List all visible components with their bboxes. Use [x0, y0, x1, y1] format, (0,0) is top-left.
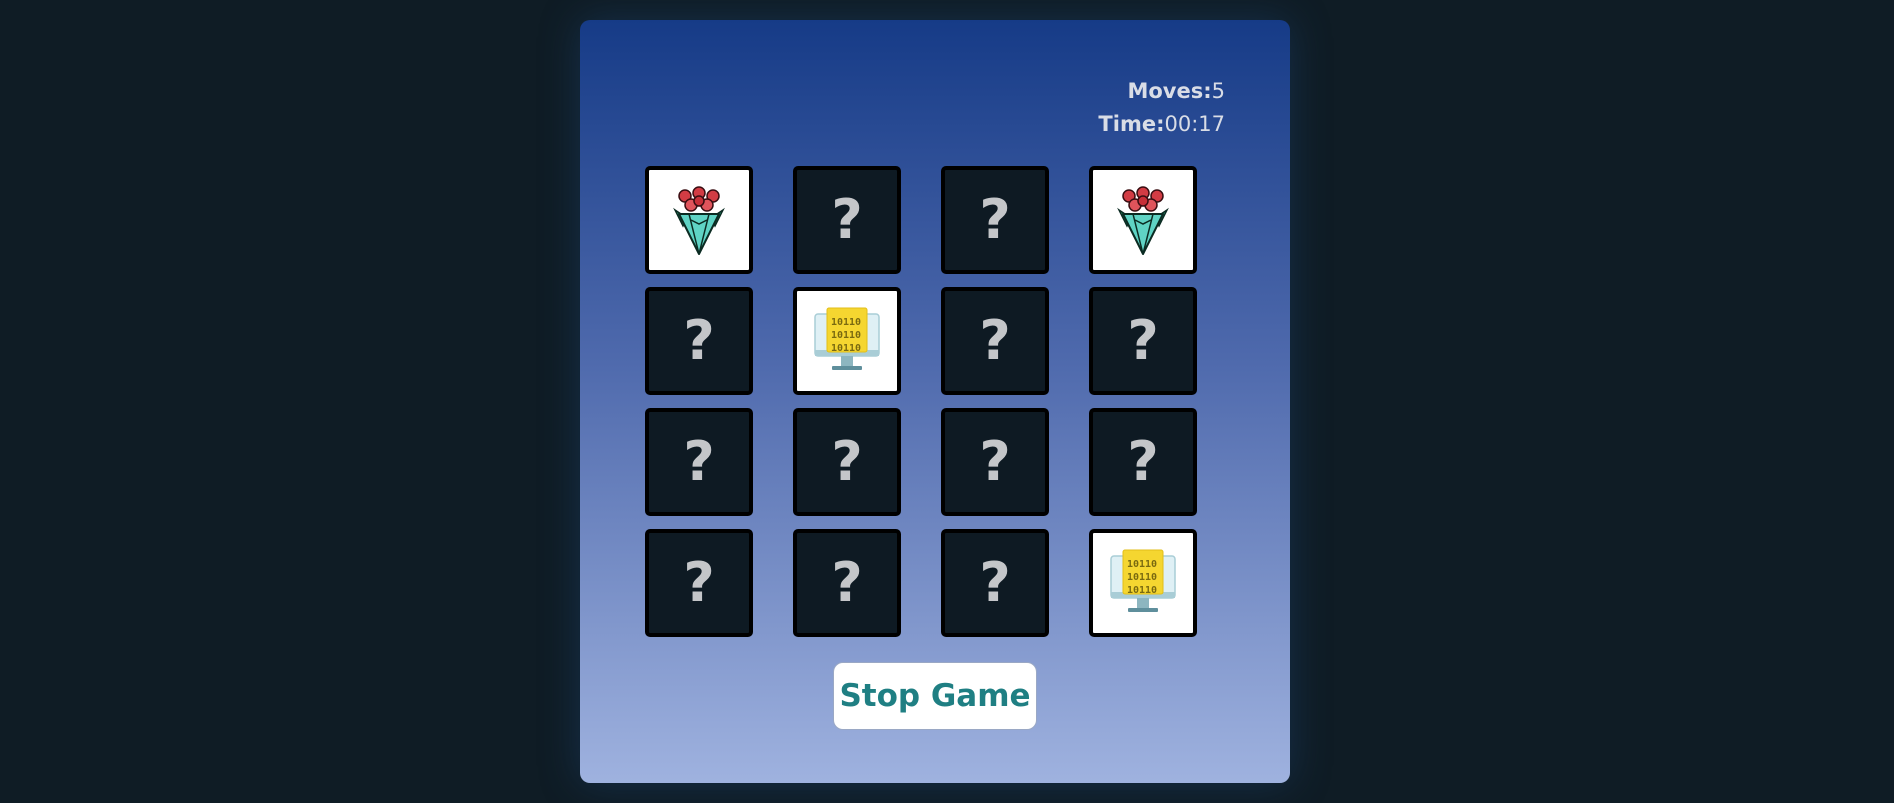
- question-mark: ?: [831, 188, 863, 251]
- card-hidden[interactable]: ?: [645, 287, 753, 395]
- card-revealed[interactable]: [1089, 166, 1197, 274]
- card-grid: ??? 10110 10110 10110????????? 10110 10110 101…: [645, 166, 1197, 656]
- binary-monitor-icon: 10110 10110 10110: [1108, 548, 1178, 618]
- moves-label: Moves:: [1127, 79, 1212, 103]
- game-container: Moves:5 Time:00:17 ??? 10110 10110 10110???…: [580, 20, 1290, 783]
- card-revealed[interactable]: 10110 10110 10110: [793, 287, 901, 395]
- svg-text:10110: 10110: [831, 330, 861, 341]
- card-hidden[interactable]: ?: [941, 529, 1049, 637]
- binary-monitor-icon: 10110 10110 10110: [812, 306, 882, 376]
- question-mark: ?: [979, 430, 1011, 493]
- moves-stat: Moves:5: [1098, 75, 1225, 108]
- card-hidden[interactable]: ?: [793, 529, 901, 637]
- bouquet-icon: [669, 184, 729, 256]
- card-hidden[interactable]: ?: [941, 408, 1049, 516]
- question-mark: ?: [979, 188, 1011, 251]
- card-hidden[interactable]: ?: [645, 408, 753, 516]
- question-mark: ?: [831, 551, 863, 614]
- question-mark: ?: [979, 309, 1011, 372]
- question-mark: ?: [1127, 430, 1159, 493]
- card-hidden[interactable]: ?: [793, 408, 901, 516]
- svg-text:10110: 10110: [831, 317, 861, 328]
- stop-game-button[interactable]: Stop Game: [833, 662, 1037, 730]
- card-revealed[interactable]: [645, 166, 753, 274]
- card-hidden[interactable]: ?: [645, 529, 753, 637]
- card-hidden[interactable]: ?: [1089, 287, 1197, 395]
- question-mark: ?: [683, 309, 715, 372]
- card-hidden[interactable]: ?: [941, 287, 1049, 395]
- bouquet-icon: [1113, 184, 1173, 256]
- time-value: 00:17: [1164, 112, 1225, 136]
- card-hidden[interactable]: ?: [793, 166, 901, 274]
- card-revealed[interactable]: 10110 10110 10110: [1089, 529, 1197, 637]
- svg-text:10110: 10110: [1127, 585, 1157, 596]
- card-hidden[interactable]: ?: [941, 166, 1049, 274]
- card-hidden[interactable]: ?: [1089, 408, 1197, 516]
- time-stat: Time:00:17: [1098, 108, 1225, 141]
- moves-value: 5: [1211, 79, 1225, 103]
- svg-text:10110: 10110: [1127, 572, 1157, 583]
- question-mark: ?: [683, 430, 715, 493]
- question-mark: ?: [831, 430, 863, 493]
- question-mark: ?: [1127, 309, 1159, 372]
- stats-panel: Moves:5 Time:00:17: [1098, 75, 1225, 141]
- question-mark: ?: [979, 551, 1011, 614]
- question-mark: ?: [683, 551, 715, 614]
- svg-text:10110: 10110: [1127, 559, 1157, 570]
- svg-text:10110: 10110: [831, 343, 861, 354]
- time-label: Time:: [1098, 112, 1165, 136]
